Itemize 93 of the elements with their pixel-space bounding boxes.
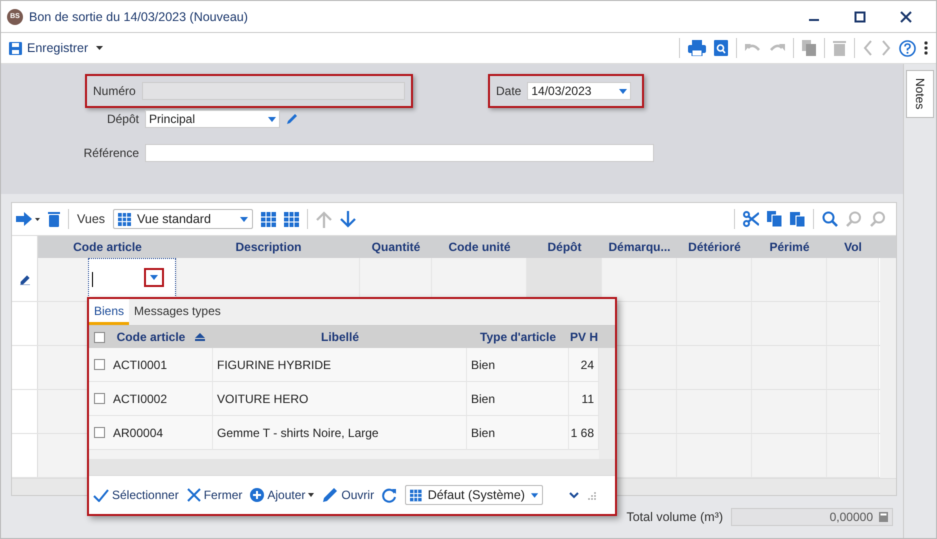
- help-icon[interactable]: [899, 40, 916, 56]
- table-cell: VOITURE HERO: [213, 382, 467, 415]
- maximize-icon[interactable]: [854, 10, 866, 22]
- close-button[interactable]: Fermer: [186, 488, 242, 502]
- caret-icon[interactable]: [96, 46, 104, 50]
- column-header[interactable]: Libellé: [213, 326, 467, 348]
- column-header[interactable]: Description: [177, 236, 360, 258]
- close-icon[interactable]: [900, 10, 912, 22]
- field-label: Numéro: [93, 84, 136, 98]
- column-header[interactable]: Quantité: [360, 236, 432, 258]
- depot-dropdown[interactable]: Principal: [145, 110, 280, 128]
- sort-ascending-icon: [195, 333, 206, 341]
- search-previous-icon[interactable]: [846, 211, 862, 227]
- total-volume-label: Total volume (m³): [626, 510, 723, 524]
- refresh-icon[interactable]: [382, 488, 398, 502]
- column-header[interactable]: Type d'article: [467, 326, 569, 348]
- text-cursor: [92, 272, 93, 287]
- column-header[interactable]: Code article: [109, 326, 213, 348]
- column-header[interactable]: Code article: [38, 236, 177, 258]
- row-checkbox[interactable]: [94, 393, 104, 404]
- plus-circle-icon: [250, 488, 264, 502]
- more-icon[interactable]: [924, 41, 928, 55]
- vertical-scrollbar[interactable]: [599, 348, 615, 459]
- scissors-icon[interactable]: [743, 211, 759, 227]
- printer-icon[interactable]: [688, 40, 706, 56]
- table-cell: Gemme T - shirts Noire, Large: [213, 416, 467, 449]
- copy-icon[interactable]: [767, 211, 782, 227]
- search-icon[interactable]: [822, 211, 838, 227]
- search-next-icon[interactable]: [870, 211, 886, 227]
- total-volume-field: 0,00000: [731, 508, 893, 526]
- field-label: Dépôt: [106, 112, 139, 126]
- column-header[interactable]: PV H: [569, 326, 599, 348]
- date-field[interactable]: 14/03/2023: [527, 82, 632, 100]
- table-cell: Bien: [467, 416, 569, 449]
- edit-row-icon: [20, 274, 30, 284]
- chevron-right-icon[interactable]: [881, 40, 891, 56]
- close-icon: [186, 488, 201, 502]
- column-header[interactable]: Démarqu...: [602, 236, 677, 258]
- table-cell: FIGURINE HYBRIDE: [213, 348, 467, 381]
- view-dropdown[interactable]: Vue standard: [113, 209, 254, 229]
- grid-settings-icon[interactable]: [261, 212, 276, 226]
- select-all-checkbox[interactable]: [94, 332, 104, 342]
- pencil-icon: [322, 487, 338, 503]
- save-button[interactable]: Enregistrer: [9, 41, 88, 55]
- table-cell: ACTI0002: [109, 382, 213, 415]
- dropdown-arrow-icon: [619, 88, 628, 94]
- dropdown-arrow-icon[interactable]: [150, 275, 158, 280]
- dropdown-arrow-icon: [530, 492, 538, 498]
- trash-icon[interactable]: [48, 211, 60, 227]
- print-preview-icon[interactable]: [714, 40, 728, 56]
- arrow-down-icon[interactable]: [340, 210, 356, 228]
- dropdown-arrow-icon: [240, 216, 248, 222]
- layout-dropdown[interactable]: Défaut (Système): [405, 485, 544, 505]
- dropdown-arrow-icon: [268, 116, 276, 122]
- code-article-field[interactable]: [88, 258, 176, 300]
- table-cell: Bien: [467, 382, 569, 415]
- field-label: Référence: [83, 146, 139, 160]
- grid-icon: [118, 212, 132, 226]
- paste-icon[interactable]: [790, 211, 805, 227]
- copy-icon[interactable]: [802, 40, 816, 56]
- column-header[interactable]: Code unité: [432, 236, 527, 258]
- vertical-scrollbar[interactable]: [880, 258, 896, 478]
- popup-tab[interactable]: Messages types: [129, 299, 226, 325]
- popup-tab[interactable]: Biens: [89, 299, 130, 325]
- window-title: Bon de sortie du 14/03/2023 (Nouveau): [29, 10, 248, 24]
- table-cell: ACTI0001: [109, 348, 213, 381]
- checkmark-icon: [93, 488, 109, 502]
- open-button[interactable]: Ouvrir: [322, 487, 374, 503]
- horizontal-scrollbar[interactable]: [89, 459, 615, 475]
- grid-search-icon[interactable]: [284, 212, 300, 226]
- field-label: Date: [496, 84, 522, 98]
- grid-icon: [410, 488, 422, 502]
- calculator-icon[interactable]: [879, 512, 888, 522]
- caret-icon: [308, 493, 314, 497]
- row-checkbox[interactable]: [94, 427, 104, 438]
- pencil-icon[interactable]: [286, 113, 298, 125]
- table-cell: Bien: [467, 348, 569, 381]
- column-header[interactable]: Dépôt: [527, 236, 602, 258]
- chevron-left-icon[interactable]: [863, 40, 873, 56]
- chevron-down-icon[interactable]: [569, 492, 580, 498]
- reference-field[interactable]: [145, 144, 654, 162]
- notes-tab[interactable]: Notes: [906, 70, 934, 118]
- arrow-right-icon[interactable]: [16, 212, 40, 226]
- row-checkbox[interactable]: [94, 359, 104, 370]
- column-header[interactable]: Détérioré: [677, 236, 752, 258]
- arrow-up-icon[interactable]: [316, 210, 332, 228]
- resize-grip-icon[interactable]: [587, 490, 596, 500]
- select-button[interactable]: Sélectionner: [93, 488, 179, 502]
- add-button[interactable]: Ajouter: [250, 488, 314, 502]
- table-cell: AR00004: [109, 416, 213, 449]
- views-label: Vues: [77, 212, 106, 226]
- column-header[interactable]: Périmé: [752, 236, 827, 258]
- column-header[interactable]: Vol: [827, 236, 879, 258]
